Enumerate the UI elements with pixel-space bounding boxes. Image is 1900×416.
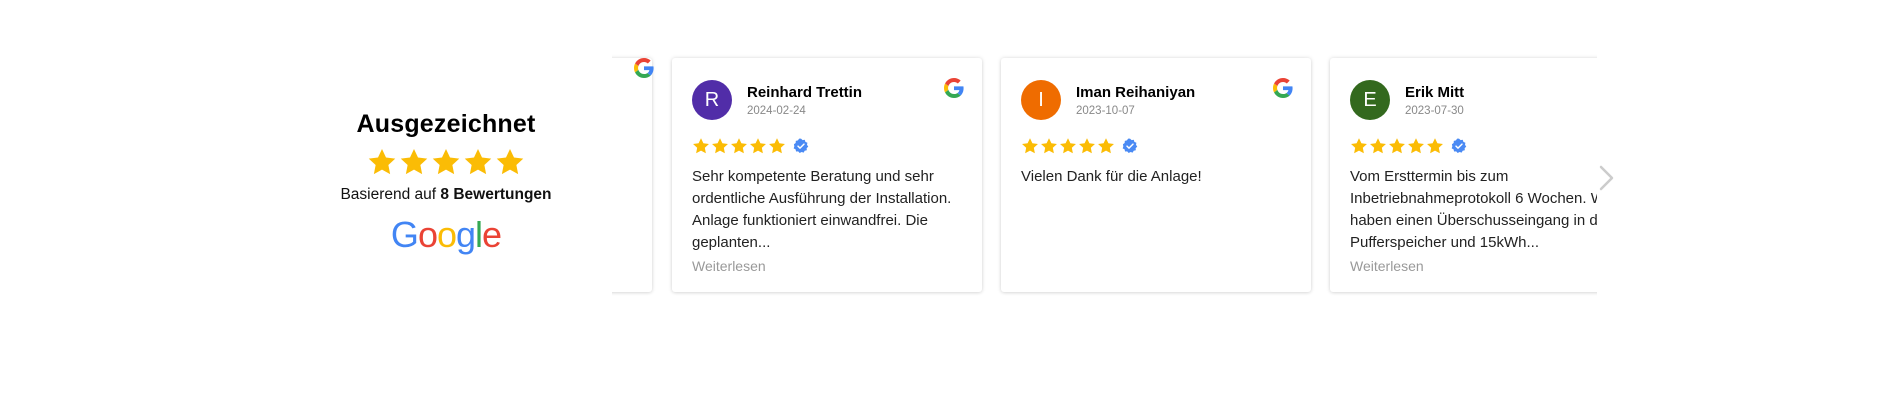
- review-card: R Reinhard Trettin 2024-02-24 Sehr kompe…: [672, 58, 982, 292]
- star-icon: [367, 147, 397, 177]
- review-date: 2023-07-30: [1405, 104, 1464, 117]
- star-icon: [431, 147, 461, 177]
- star-icon: [1078, 137, 1096, 155]
- google-g-icon: [944, 78, 964, 98]
- verified-badge-icon: [1122, 138, 1138, 154]
- review-stars: [1350, 136, 1597, 156]
- read-more-link[interactable]: Weiterlesen: [692, 258, 962, 274]
- google-logo-letter: o: [417, 214, 438, 255]
- star-icon: [1369, 137, 1387, 155]
- star-icon: [463, 147, 493, 177]
- star-icon: [495, 147, 525, 177]
- rating-summary: Ausgezeichnet Basierend auf 8 Bewertunge…: [330, 110, 562, 256]
- google-logo-letter: e: [482, 214, 502, 255]
- read-more-link[interactable]: Weiterlesen: [1350, 258, 1597, 274]
- review-text: Sehr kompetente Beratung und sehr ordent…: [692, 168, 952, 251]
- star-icon: [1388, 137, 1406, 155]
- google-g-icon: [634, 58, 654, 78]
- review-text: Vom Ersttermin bis zum Inbetriebnahmepro…: [1350, 168, 1597, 251]
- summary-stars: [330, 147, 562, 183]
- star-icon: [1021, 137, 1039, 155]
- avatar: R: [692, 80, 732, 120]
- avatar: I: [1021, 80, 1061, 120]
- review-count-prefix: Basierend auf: [340, 186, 441, 203]
- star-icon: [768, 137, 786, 155]
- reviewer-name: Iman Reihaniyan: [1076, 83, 1196, 101]
- star-icon: [730, 137, 748, 155]
- star-icon: [711, 137, 729, 155]
- google-logo-letter: g: [456, 214, 476, 255]
- review-date: 2024-02-24: [747, 104, 806, 117]
- star-icon: [1059, 137, 1077, 155]
- review-date: 2023-10-07: [1076, 104, 1135, 117]
- chevron-right-icon[interactable]: [1596, 164, 1618, 192]
- star-icon: [692, 137, 710, 155]
- review-stars: [1021, 136, 1291, 156]
- review-count: 8 Bewertungen: [440, 186, 552, 203]
- star-icon: [749, 137, 767, 155]
- verified-badge-icon: [1451, 138, 1467, 154]
- star-icon: [1350, 137, 1368, 155]
- google-logo-letter: l: [475, 214, 483, 255]
- google-logo: Google: [330, 214, 562, 256]
- star-icon: [1407, 137, 1425, 155]
- verified-badge-icon: [793, 138, 809, 154]
- review-card-partial: [612, 58, 652, 292]
- star-icon: [1097, 137, 1115, 155]
- star-icon: [1040, 137, 1058, 155]
- review-card: I Iman Reihaniyan 2023-10-07 Vielen Dank…: [1001, 58, 1311, 292]
- review-stars: [692, 136, 962, 156]
- reviewer-name: Reinhard Trettin: [747, 83, 863, 101]
- google-logo-letter: G: [390, 214, 419, 255]
- star-icon: [399, 147, 429, 177]
- review-count-text: Basierend auf 8 Bewertungen: [330, 186, 562, 204]
- review-text: Vielen Dank für die Anlage!: [1021, 168, 1202, 185]
- avatar: E: [1350, 80, 1390, 120]
- star-icon: [1426, 137, 1444, 155]
- reviews-carousel: R Reinhard Trettin 2024-02-24 Sehr kompe…: [612, 50, 1597, 310]
- google-g-icon: [1273, 78, 1293, 98]
- reviewer-name: Erik Mitt: [1405, 83, 1465, 101]
- google-logo-letter: o: [436, 214, 457, 255]
- review-card: E Erik Mitt 2023-07-30 Vom Ersttermin bi…: [1330, 58, 1597, 292]
- summary-title: Ausgezeichnet: [356, 110, 536, 138]
